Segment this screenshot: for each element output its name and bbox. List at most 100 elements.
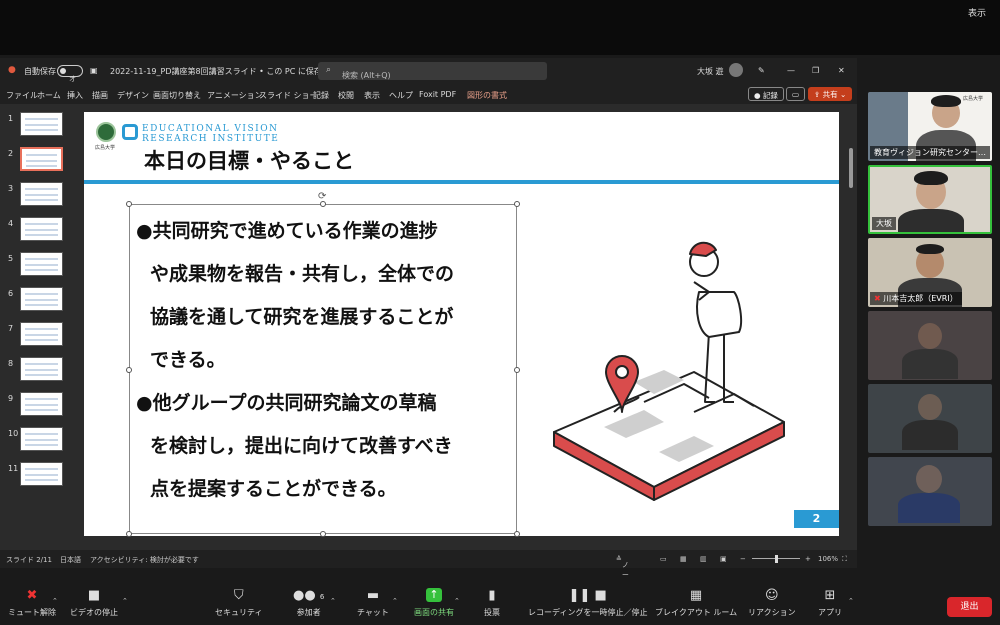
participant-tile[interactable] [868, 384, 992, 453]
search-box[interactable]: ⌕ 検索 (Alt+Q) [318, 62, 547, 80]
unmute-button[interactable]: ✖ ミュート解除 [8, 588, 56, 618]
chat-button[interactable]: ▬ チャット [357, 588, 389, 618]
thumbnail-line [25, 479, 58, 481]
slide-thumbnail[interactable] [20, 182, 63, 206]
record-button[interactable]: ● 記録 [748, 87, 784, 101]
participant-face [918, 394, 942, 420]
menu-shape-format[interactable]: 図形の書式 [467, 90, 507, 101]
slideshow-icon[interactable]: ▣ [720, 555, 727, 563]
participant-tile[interactable] [868, 311, 992, 380]
zoom-in-icon[interactable]: + [805, 555, 811, 563]
participant-count: 6 [319, 593, 325, 601]
slide-thumbnail[interactable] [20, 462, 63, 486]
menu-design[interactable]: デザイン [117, 90, 149, 101]
grid-icon: ▦ [689, 588, 703, 603]
powerpoint-window: ● 自動保存 オフ ▣ 2022-11-19_PD講座第8回講習スライド • こ… [0, 58, 857, 589]
people-icon: ●● 6 [293, 588, 325, 603]
participant-tile-active-speaker[interactable]: 大坂 [868, 165, 992, 234]
pen-icon[interactable]: ✎ [758, 66, 765, 75]
thumbnail-line [25, 129, 58, 131]
share-button[interactable]: ⇪ 共有 ⌄ [808, 87, 853, 101]
menu-review[interactable]: 校閲 [338, 90, 354, 101]
menu-view[interactable]: 表示 [364, 90, 380, 101]
participant-tile[interactable] [868, 457, 992, 526]
slide-thumbnail[interactable] [20, 427, 63, 451]
resize-handle[interactable] [514, 531, 520, 537]
comments-button[interactable]: ▭ [786, 87, 806, 101]
slide-thumbnail[interactable] [20, 392, 63, 416]
menu-help[interactable]: ヘルプ [389, 90, 413, 101]
poll-button[interactable]: ▮ 投票 [484, 588, 500, 618]
resize-handle[interactable] [514, 201, 520, 207]
menu-file[interactable]: ファイル [6, 90, 38, 101]
thumbnail-number: 1 [8, 114, 14, 123]
chevron-up-icon[interactable]: ⌃ [122, 597, 128, 605]
participant-name: 大坂 [872, 217, 896, 230]
avatar[interactable] [729, 63, 743, 77]
slide-body-text[interactable]: ●共同研究で進めている作業の進捗 や成果物を報告・共有し，全体での 協議を通して… [136, 210, 516, 511]
security-button[interactable]: ⛉ セキュリティ [215, 588, 263, 618]
slide-thumbnail[interactable] [20, 322, 63, 346]
zoom-level[interactable]: 106% [818, 555, 838, 563]
chevron-up-icon[interactable]: ⌃ [52, 597, 58, 605]
slide-thumbnail[interactable] [20, 217, 63, 241]
slide-thumbnail[interactable] [20, 147, 63, 171]
apps-button[interactable]: ⊞ アプリ [818, 588, 842, 618]
chevron-up-icon[interactable]: ⌃ [392, 597, 398, 605]
slide-thumbnail[interactable] [20, 357, 63, 381]
resize-handle[interactable] [126, 531, 132, 537]
menu-foxit-pdf[interactable]: Foxit PDF [419, 90, 456, 99]
stop-video-button[interactable]: ■ ビデオの停止 [70, 588, 118, 618]
menu-home[interactable]: ホーム [37, 90, 61, 101]
menu-transitions[interactable]: 画面切り替え [153, 90, 201, 101]
rotate-handle-icon[interactable]: ⟳ [318, 191, 326, 202]
slide-sorter-icon[interactable]: ▦ [680, 555, 687, 563]
save-icon[interactable]: ▣ [90, 66, 98, 75]
participant-tile[interactable]: ✖ 川本吉太郎（EVRI） [868, 238, 992, 307]
slide-thumbnail[interactable] [20, 252, 63, 276]
slide-title[interactable]: 本日の目標・やること [144, 145, 354, 175]
minimize-icon[interactable]: — [787, 66, 795, 75]
notes-button[interactable]: ≙ ノート [616, 555, 629, 589]
zoom-slider-thumb[interactable] [775, 555, 778, 563]
menu-record[interactable]: 記録 [313, 90, 329, 101]
slide-canvas[interactable]: 広島大学 EDUCATIONAL VISION RESEARCH INSTITU… [84, 112, 839, 537]
close-icon[interactable]: ✕ [838, 66, 845, 75]
recording-controls-button[interactable]: ❚❚ ■ レコーディングを一時停止／停止 [528, 588, 647, 618]
participant-tile[interactable]: 広島大学 教育ヴィジョン研究センター… [868, 92, 992, 161]
autosave-toggle[interactable]: オフ [57, 65, 83, 93]
resize-handle[interactable] [126, 201, 132, 207]
accessibility-status[interactable]: アクセシビリティ: 検討が必要です [90, 555, 199, 565]
slide-thumbnail[interactable] [20, 112, 63, 136]
share-label: 共有 [822, 90, 838, 99]
normal-view-icon[interactable]: ▭ [660, 555, 667, 563]
zoom-out-icon[interactable]: − [740, 555, 746, 563]
slide-thumbnail[interactable] [20, 287, 63, 311]
menu-insert[interactable]: 挿入 [67, 90, 83, 101]
recording-label: レコーディングを一時停止／停止 [528, 608, 648, 617]
resize-handle[interactable] [126, 367, 132, 373]
chevron-up-icon[interactable]: ⌃ [330, 597, 336, 605]
menu-animations[interactable]: アニメーション [207, 90, 263, 101]
resize-handle[interactable] [320, 531, 326, 537]
view-button[interactable]: 表示 [962, 4, 992, 21]
map-person-illustration [553, 241, 785, 501]
breakout-rooms-button[interactable]: ▦ ブレイクアウト ルーム [655, 588, 737, 618]
chat-label: チャット [357, 608, 389, 617]
menu-draw[interactable]: 描画 [92, 90, 108, 101]
ppt-title-bar: ● 自動保存 オフ ▣ 2022-11-19_PD講座第8回講習スライド • こ… [0, 58, 857, 93]
participants-button[interactable]: ●● 6 参加者 [293, 588, 324, 618]
restore-icon[interactable]: ❐ [812, 66, 819, 75]
menu-slideshow[interactable]: スライド ショー [259, 90, 318, 101]
document-title[interactable]: 2022-11-19_PD講座第8回講習スライド • この PC に保存済み ⌄ [110, 66, 347, 77]
leave-button[interactable]: 退出 [947, 597, 992, 617]
chevron-up-icon[interactable]: ⌃ [848, 597, 854, 605]
language[interactable]: 日本語 [60, 555, 81, 565]
fit-slide-icon[interactable]: ⛶ [842, 555, 847, 564]
reactions-button[interactable]: ☺ リアクション [748, 588, 796, 618]
chevron-up-icon[interactable]: ⌃ [454, 597, 460, 605]
scrollbar-thumb[interactable] [849, 148, 853, 188]
body-line: 点を提案することができる。 [150, 478, 397, 500]
reading-view-icon[interactable]: ▥ [700, 555, 707, 563]
share-screen-button[interactable]: ↑ 画面の共有 [414, 588, 454, 618]
